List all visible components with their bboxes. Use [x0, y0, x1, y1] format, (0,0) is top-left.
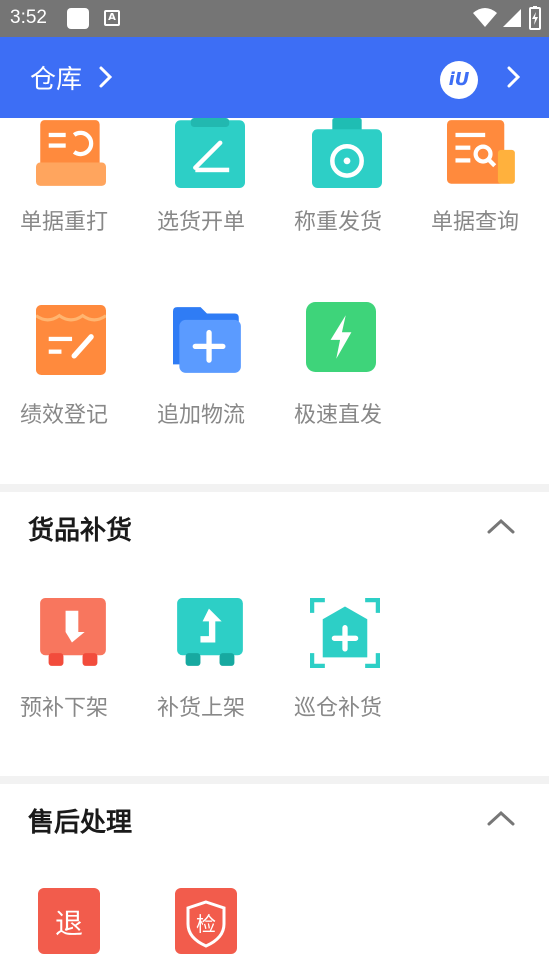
section-divider [0, 776, 549, 784]
flash-ship-icon [306, 302, 376, 372]
grid-item-label: 极速直发 [294, 403, 383, 428]
signal-icon [503, 9, 521, 27]
grid-item-label: 巡仓补货 [294, 696, 383, 721]
section-title: 货品补货 [28, 516, 133, 546]
chevron-right-icon[interactable] [98, 65, 114, 89]
pre-unshelve-icon [40, 598, 106, 666]
grid-item-label: 单据查询 [431, 210, 520, 235]
grid-item-flash-ship[interactable]: 极速直发 [274, 302, 404, 432]
grid-item-return[interactable]: 退 [0, 888, 130, 976]
grid-item-inspect[interactable]: 检 [137, 888, 267, 976]
inspect-icon: 检 [175, 888, 237, 954]
grid-item-reprint[interactable]: 单据重打 [0, 118, 130, 248]
chevron-up-icon[interactable] [486, 516, 516, 536]
grid-item-restock-shelve[interactable]: 补货上架 [137, 598, 267, 728]
add-logistics-icon [173, 307, 241, 373]
return-icon-label: 退 [54, 907, 83, 940]
grid-item-performance[interactable]: 绩效登记 [0, 305, 130, 435]
grid-item-scale[interactable]: 称重发货 [274, 118, 404, 248]
patrol-restock-icon [310, 598, 380, 668]
grid-item-pre-unshelve[interactable]: 预补下架 [0, 598, 130, 728]
warehouse-title[interactable]: 仓库 [30, 59, 82, 96]
performance-icon [36, 305, 106, 375]
grid-item-add-logistics[interactable]: 追加物流 [137, 305, 267, 435]
app-header: 仓库 iU [0, 37, 549, 118]
a-notification-icon: A [104, 10, 120, 26]
doc-search-icon [447, 120, 515, 184]
section-title: 售后处理 [28, 808, 133, 838]
scale-icon [312, 118, 382, 188]
reprint-icon [36, 120, 106, 186]
notification-icon [67, 8, 89, 29]
select-order-icon [175, 118, 245, 188]
chevron-up-icon[interactable] [486, 808, 516, 828]
chevron-right-icon[interactable] [506, 65, 522, 89]
restock-shelve-icon [177, 598, 243, 666]
logo-icon[interactable]: iU [440, 61, 478, 99]
grid-item-patrol-restock[interactable]: 巡仓补货 [274, 598, 404, 728]
return-icon: 退 [38, 888, 100, 954]
battery-icon [529, 6, 541, 30]
section-divider [0, 484, 549, 492]
status-bar: 3:52 A [0, 0, 549, 37]
grid-item-doc-search[interactable]: 单据查询 [411, 118, 541, 248]
status-time: 3:52 [10, 7, 47, 28]
grid-item-select-order[interactable]: 选货开单 [137, 118, 267, 248]
inspect-icon-label: 检 [196, 912, 216, 936]
wifi-icon [473, 8, 497, 27]
